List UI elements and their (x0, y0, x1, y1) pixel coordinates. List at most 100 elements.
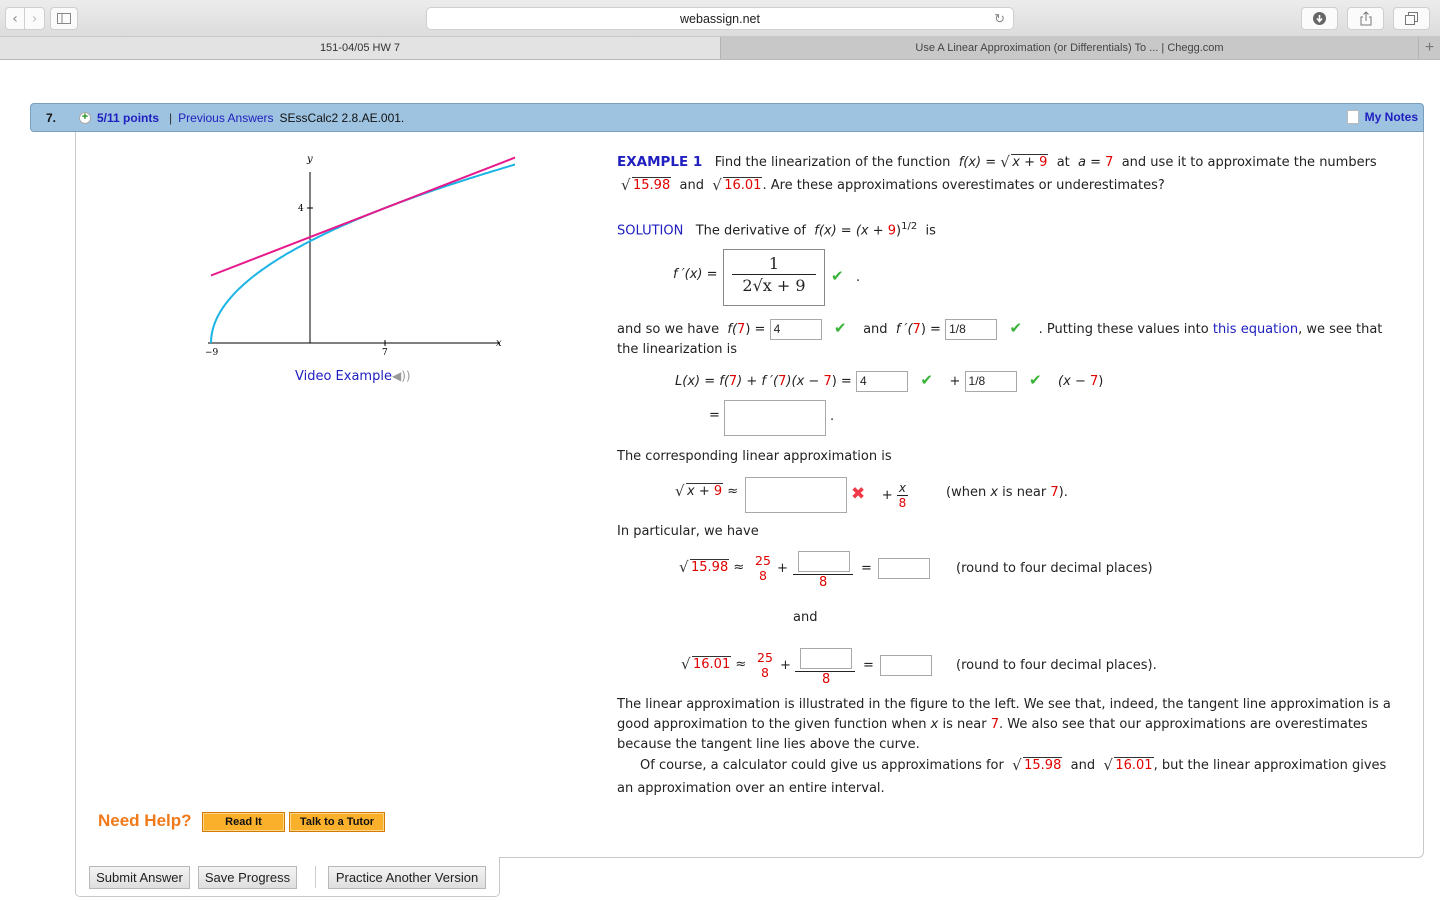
num-16-01: 16.01 (1114, 757, 1154, 773)
f7-input[interactable]: 4 (769, 319, 822, 340)
question-code: SEssCalc2 2.8.AE.001. (279, 110, 405, 125)
Lx-constant-input[interactable]: 4 (855, 371, 908, 392)
my-notes-label: My Notes (1364, 110, 1418, 124)
y-axis-label: y (306, 154, 313, 165)
talk-to-tutor-button[interactable]: Talk to a Tutor (289, 812, 385, 832)
question-header: 7. + 5/11 points | Previous Answers SEss… (30, 103, 1424, 132)
reload-icon[interactable]: ↻ (994, 8, 1005, 30)
sqrt-16-01: 16.01 (681, 655, 732, 673)
approx-lhs: x + 9 ≈ (675, 482, 738, 500)
sqrt-curve (210, 163, 515, 344)
sqrt-x-plus-9: x + 9 (675, 482, 724, 500)
points-link[interactable]: 5/11 points (97, 111, 159, 125)
period: . (855, 270, 861, 285)
submit-answer-button[interactable]: Submit Answer (89, 866, 190, 889)
round-hint: (round to four decimal places). (956, 658, 1157, 673)
question-number: 7. (46, 110, 57, 125)
frac-num: 25 (757, 650, 773, 665)
fp7-input[interactable]: 1/8 (945, 319, 998, 340)
seven: 7 (823, 374, 832, 389)
radicand-9: 9 (1039, 155, 1048, 170)
fprime-status: ✔ . (831, 267, 860, 285)
video-example-link[interactable]: Video Example◀)) (295, 369, 411, 384)
plus: + (881, 488, 893, 503)
Lx-result-input[interactable] (724, 400, 826, 436)
f7-label-b: ) = (745, 322, 766, 337)
fprime-answer-box[interactable]: 1 2√x + 9 (723, 249, 825, 306)
seven: 7 (990, 717, 1000, 732)
deriv-text: The derivative of (695, 223, 806, 239)
a-eq: a = (1078, 155, 1102, 170)
fprime-label-text: f ′(x) = (673, 267, 718, 282)
p2-numerator-input[interactable] (800, 648, 852, 669)
read-it-button[interactable]: Read It (202, 812, 285, 832)
back-button[interactable]: ‹ (5, 7, 25, 30)
fprime-denominator: 2√x + 9 (732, 274, 816, 297)
separator: | (169, 110, 173, 125)
approx-constant-input[interactable] (745, 477, 847, 513)
share-button[interactable] (1347, 7, 1384, 30)
p1-result-input[interactable] (878, 558, 930, 579)
share-icon (1360, 11, 1371, 26)
para1-line1: The linear approximation is illustrated … (617, 697, 1391, 712)
example-line-2: 15.98 and 16.01. Are these approximation… (621, 176, 1165, 194)
have-text: and so we have (617, 322, 720, 337)
cross-icon: ✖ (851, 484, 866, 504)
example-title: EXAMPLE 1 (617, 154, 703, 170)
sidebar-toggle-button[interactable] (50, 7, 78, 30)
equals: = (863, 658, 874, 673)
fp7-label-a: f ′( (895, 322, 913, 337)
toolbar-right-buttons (1301, 7, 1430, 30)
num-15-98: 15.98 (1023, 757, 1063, 773)
previous-answers-link[interactable]: Previous Answers (178, 111, 273, 125)
seven: 7 (1050, 485, 1059, 500)
check-icon: ✔ (1028, 371, 1042, 389)
tab-bar: 151-04/05 HW 7 Use A Linear Approximatio… (0, 37, 1440, 60)
when-end: ). (1058, 485, 1068, 500)
para2-a: Of course, a calculator could give us ap… (640, 758, 1004, 773)
denominator-8: 8 (822, 672, 831, 687)
frac-25-8: 25 8 (755, 650, 775, 680)
approx-sign: ≈ (733, 560, 745, 575)
a-value: 7 (1105, 155, 1114, 170)
video-example-label: Video Example (295, 369, 392, 384)
values-line: and so we have f(7) = 4 ✔ and f ′(7) = 1… (617, 319, 1382, 340)
plus-icon: + (1424, 39, 1435, 56)
seven: 7 (728, 374, 738, 389)
round-hint: (round to four decimal places) (956, 561, 1153, 576)
fp7-label-b: ) = (920, 322, 941, 337)
sidebar-icon (57, 13, 71, 24)
linearization-is-text: the linearization is (617, 342, 738, 357)
Lx-end: ) = (831, 374, 852, 389)
p1-numerator-input[interactable] (798, 551, 850, 572)
corresponding-text: The corresponding linear approximation i… (617, 449, 892, 464)
Lx-slope-input[interactable]: 1/8 (964, 371, 1017, 392)
need-help-label: Need Help? (98, 811, 192, 830)
save-progress-button[interactable]: Save Progress (198, 866, 297, 889)
example-question: . Are these approximations overestimates… (762, 178, 1165, 193)
address-bar[interactable]: webassign.net ↻ (426, 7, 1014, 30)
show-tabs-button[interactable] (1393, 7, 1430, 30)
frac-den: 8 (760, 665, 769, 680)
y-tick-label: 4 (298, 204, 304, 214)
downloads-button[interactable] (1301, 7, 1338, 30)
nine: 9 (887, 223, 897, 239)
check-icon: ✔ (1009, 319, 1023, 337)
fprime-numerator: 1 (768, 254, 780, 273)
plus: + (949, 374, 961, 389)
forward-button[interactable]: › (25, 7, 45, 30)
new-tab-button[interactable]: + (1418, 37, 1440, 59)
chevron-right-icon: › (31, 10, 38, 27)
x-tick-label-neg9: −9 (205, 348, 219, 358)
this-equation-link[interactable]: this equation (1213, 322, 1298, 337)
my-notes-button[interactable]: My Notes (1346, 110, 1418, 124)
practice-another-version-button[interactable]: Practice Another Version (328, 866, 486, 889)
tab-homework[interactable]: 151-04/05 HW 7 (0, 37, 720, 59)
fprime-label: f ′(x) = (673, 267, 718, 282)
at-text: at (1056, 155, 1070, 170)
we-see-text: , we see that (1298, 322, 1383, 337)
p2-result-input[interactable] (880, 655, 932, 676)
expand-plus-icon[interactable]: + (79, 111, 91, 124)
tab-chegg[interactable]: Use A Linear Approximation (or Different… (720, 37, 1418, 59)
period: . (830, 409, 835, 424)
